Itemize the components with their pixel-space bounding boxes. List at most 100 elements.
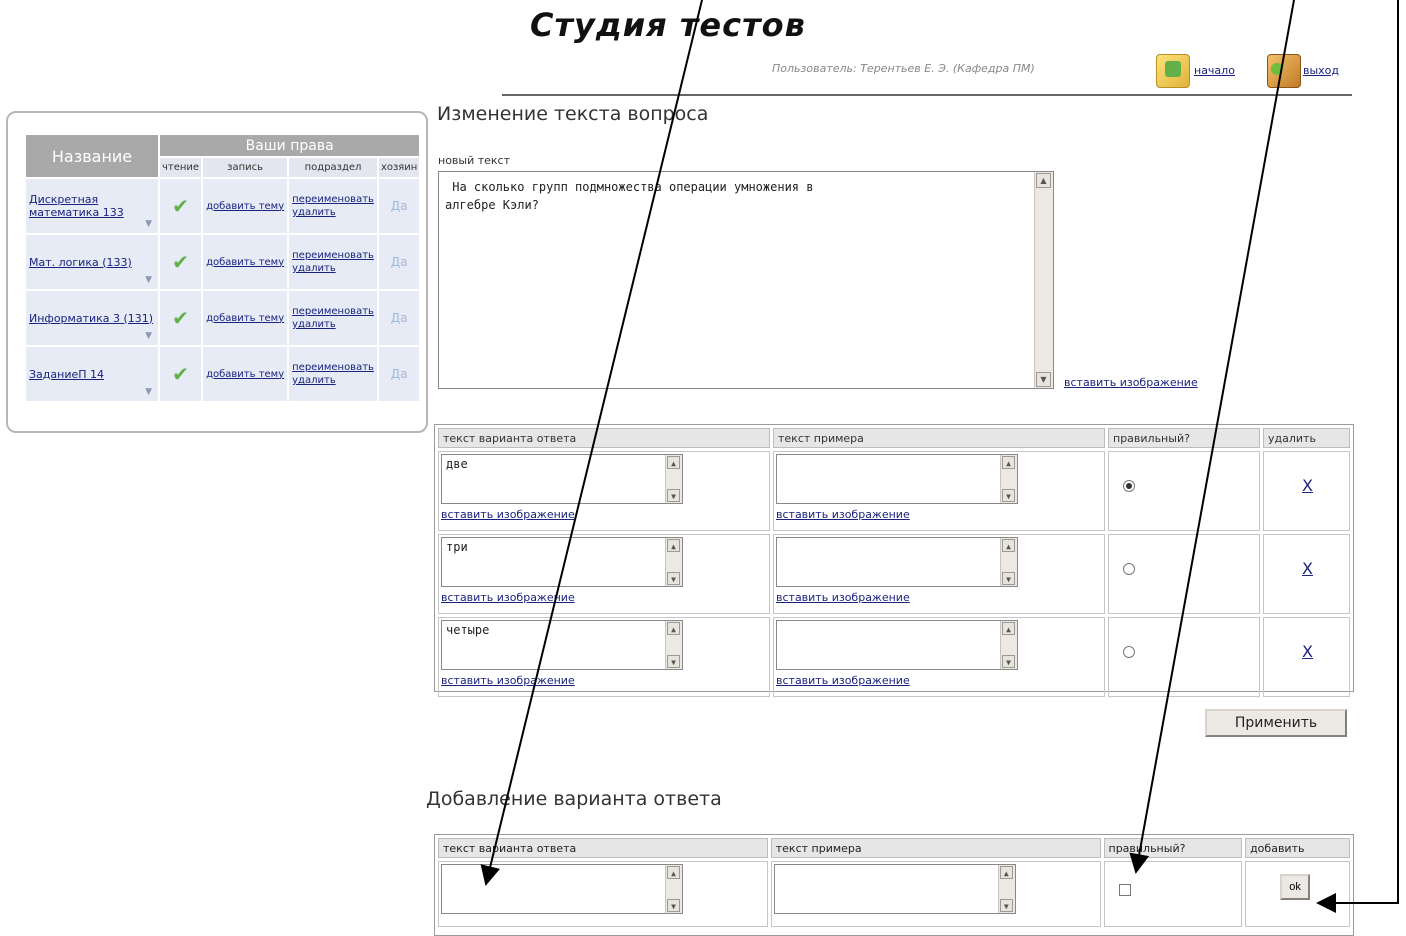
course-link[interactable]: Информатика 3 (131) xyxy=(29,312,153,325)
delete-answer-icon[interactable]: X xyxy=(1302,559,1313,578)
insert-example-image-link[interactable]: вставить изображение xyxy=(776,674,1102,687)
new-answer-textarea[interactable]: ▲ ▼ xyxy=(441,864,683,914)
question-section-title: Изменение текста вопроса xyxy=(437,103,709,125)
rename-link[interactable]: переименовать xyxy=(292,193,374,206)
answer-row: три ▲ ▼ вставить изображение ▲ ▼ вставить изо… xyxy=(438,534,1350,614)
delete-link[interactable]: удалить xyxy=(292,318,374,331)
exit-link[interactable]: выход xyxy=(1303,64,1339,77)
correct-radio[interactable] xyxy=(1123,646,1135,658)
scroll-down-icon[interactable]: ▼ xyxy=(999,899,1013,912)
scrollbar[interactable]: ▲ ▼ xyxy=(1000,538,1017,586)
correct-radio[interactable] xyxy=(1123,480,1135,492)
scroll-up-icon[interactable]: ▲ xyxy=(667,866,680,879)
course-row: Дискретная математика 133 ▼ ✔ добавить те… xyxy=(26,179,420,233)
answers-table-wrap: текст варианта ответа текст примера прав… xyxy=(434,424,1354,697)
courses-panel: Название Ваши права чтение запись подраз… xyxy=(6,111,428,433)
scrollbar[interactable]: ▲ ▼ xyxy=(665,538,682,586)
scroll-down-icon[interactable]: ▼ xyxy=(667,655,680,668)
expand-icon[interactable]: ▼ xyxy=(145,219,152,229)
expand-icon[interactable]: ▼ xyxy=(145,275,152,285)
scroll-up-icon[interactable]: ▲ xyxy=(1002,622,1015,635)
question-textarea[interactable]: На сколько групп подмножества операции у… xyxy=(438,171,1054,389)
correct-radio[interactable] xyxy=(1123,563,1135,575)
rename-link[interactable]: переименовать xyxy=(292,305,374,318)
col-rights-header: Ваши права xyxy=(160,135,420,157)
insert-question-image-link[interactable]: вставить изображение xyxy=(1064,376,1198,389)
scroll-up-icon[interactable]: ▲ xyxy=(999,866,1013,879)
scroll-up-icon[interactable]: ▲ xyxy=(1036,173,1051,188)
add-topic-link[interactable]: добавить тему xyxy=(206,200,284,213)
col-name-header: Название xyxy=(26,135,158,177)
insert-answer-image-link[interactable]: вставить изображение xyxy=(441,591,767,604)
example-textarea[interactable]: ▲ ▼ xyxy=(776,620,1018,670)
check-icon: ✔ xyxy=(172,250,189,274)
answer-textarea[interactable]: две ▲ ▼ xyxy=(441,454,683,504)
delete-col-header: удалить xyxy=(1263,428,1350,448)
scroll-up-icon[interactable]: ▲ xyxy=(667,539,680,552)
rename-link[interactable]: переименовать xyxy=(292,249,374,262)
check-icon: ✔ xyxy=(172,362,189,386)
add-answer-ok-button[interactable]: ok xyxy=(1280,874,1311,900)
scroll-down-icon[interactable]: ▼ xyxy=(667,489,680,502)
example-textarea[interactable]: ▲ ▼ xyxy=(776,454,1018,504)
add-topic-link[interactable]: добавить тему xyxy=(206,368,284,381)
col-subsection-header: подраздел xyxy=(289,158,377,177)
course-link[interactable]: ЗаданиеП 14 xyxy=(29,368,104,381)
exit-door-icon[interactable] xyxy=(1267,54,1301,88)
owner-value: Да xyxy=(378,347,420,401)
scrollbar[interactable]: ▲ ▼ xyxy=(1000,621,1017,669)
new-example-textarea[interactable]: ▲ ▼ xyxy=(773,864,1016,914)
course-row: Информатика 3 (131) ▼ ✔ добавить тему пер… xyxy=(26,291,420,345)
example-textarea[interactable]: ▲ ▼ xyxy=(776,537,1018,587)
delete-link[interactable]: удалить xyxy=(292,206,374,219)
delete-link[interactable]: удалить xyxy=(292,374,374,387)
new-correct-checkbox[interactable] xyxy=(1118,884,1131,896)
course-link[interactable]: Дискретная математика 133 xyxy=(29,193,124,219)
rename-link[interactable]: переименовать xyxy=(292,361,374,374)
home-icon[interactable] xyxy=(1156,54,1190,88)
question-scrollbar[interactable]: ▲ ▼ xyxy=(1034,172,1053,388)
answer-row: две ▲ ▼ вставить изображение ▲ ▼ вставить изо… xyxy=(438,451,1350,531)
insert-answer-image-link[interactable]: вставить изображение xyxy=(441,508,767,521)
course-row: ЗаданиеП 14 ▼ ✔ добавить тему переименова… xyxy=(26,347,420,401)
new-example-col-header: текст примера xyxy=(770,838,1101,858)
answer-textarea[interactable]: три ▲ ▼ xyxy=(441,537,683,587)
delete-answer-icon[interactable]: X xyxy=(1302,476,1313,495)
scroll-up-icon[interactable]: ▲ xyxy=(667,622,680,635)
answer-col-header: текст варианта ответа xyxy=(438,428,770,448)
scroll-up-icon[interactable]: ▲ xyxy=(667,456,680,469)
insert-example-image-link[interactable]: вставить изображение xyxy=(776,591,1102,604)
insert-answer-image-link[interactable]: вставить изображение xyxy=(441,674,767,687)
owner-value: Да xyxy=(378,179,420,233)
scroll-down-icon[interactable]: ▼ xyxy=(667,899,680,912)
scrollbar[interactable]: ▲ ▼ xyxy=(665,621,682,669)
example-col-header: текст примера xyxy=(773,428,1105,448)
app-title: Студия тестов xyxy=(530,6,806,44)
apply-button[interactable]: Применить xyxy=(1205,709,1347,737)
col-write-header: запись xyxy=(203,158,288,177)
delete-answer-icon[interactable]: X xyxy=(1302,642,1313,661)
scroll-down-icon[interactable]: ▼ xyxy=(667,572,680,585)
owner-value: Да xyxy=(378,291,420,345)
course-link[interactable]: Мат. логика (133) xyxy=(29,256,132,269)
question-text: На сколько групп подмножества операции у… xyxy=(445,180,814,212)
delete-link[interactable]: удалить xyxy=(292,262,374,275)
insert-example-image-link[interactable]: вставить изображение xyxy=(776,508,1102,521)
scrollbar[interactable]: ▲ ▼ xyxy=(665,865,682,913)
expand-icon[interactable]: ▼ xyxy=(145,387,152,397)
add-topic-link[interactable]: добавить тему xyxy=(206,312,284,325)
scrollbar[interactable]: ▲ ▼ xyxy=(1000,455,1017,503)
home-link[interactable]: начало xyxy=(1194,64,1235,77)
scroll-down-icon[interactable]: ▼ xyxy=(1002,489,1015,502)
scroll-up-icon[interactable]: ▲ xyxy=(1002,456,1015,469)
scroll-down-icon[interactable]: ▼ xyxy=(1002,655,1015,668)
scroll-down-icon[interactable]: ▼ xyxy=(1036,372,1051,387)
scroll-up-icon[interactable]: ▲ xyxy=(1002,539,1015,552)
scrollbar[interactable]: ▲ ▼ xyxy=(665,455,682,503)
expand-icon[interactable]: ▼ xyxy=(145,331,152,341)
answer-textarea[interactable]: четыре ▲ ▼ xyxy=(441,620,683,670)
add-topic-link[interactable]: добавить тему xyxy=(206,256,284,269)
answer-text: три xyxy=(446,540,468,554)
scroll-down-icon[interactable]: ▼ xyxy=(1002,572,1015,585)
scrollbar[interactable]: ▲ ▼ xyxy=(997,865,1015,913)
